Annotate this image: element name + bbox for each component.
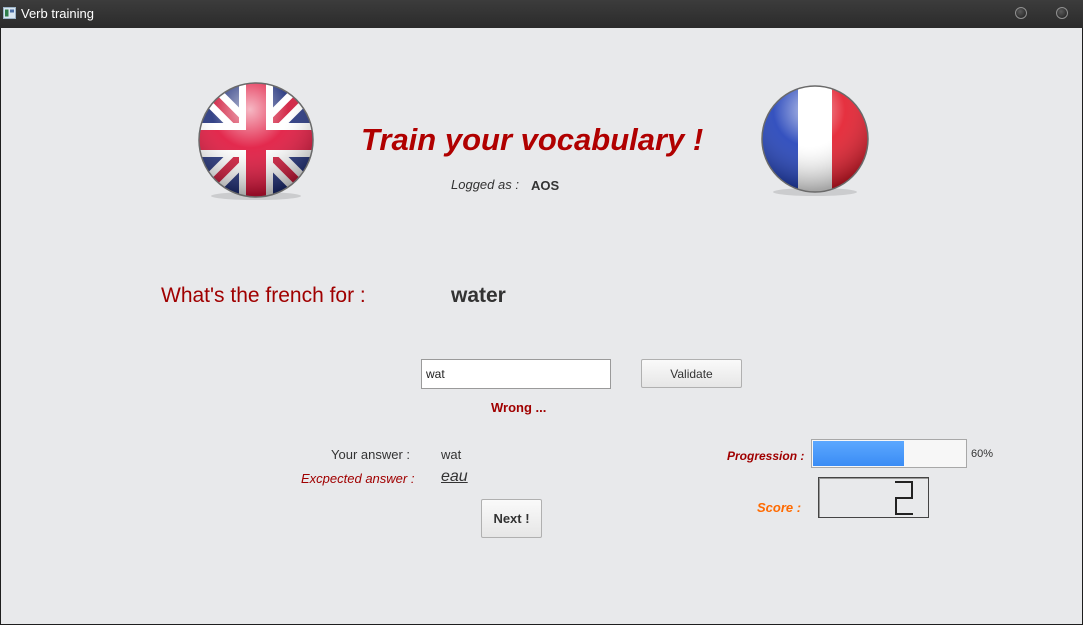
progress-fill xyxy=(813,441,904,466)
question-word: water xyxy=(451,284,506,307)
progress-percent: 60% xyxy=(971,448,994,460)
minimize-button[interactable] xyxy=(1015,7,1027,19)
title-bar: Verb training xyxy=(0,0,1083,28)
question-label: What's the french for : xyxy=(161,284,366,307)
validate-button[interactable]: Validate xyxy=(641,359,742,388)
france-flag-icon xyxy=(761,85,869,196)
logged-as-label: Logged as : xyxy=(451,177,519,192)
expected-answer-value: eau xyxy=(441,468,468,485)
progress-bar xyxy=(811,439,967,468)
score-label: Score : xyxy=(757,500,802,515)
expected-answer-label: Excpected answer : xyxy=(301,471,415,486)
result-status: Wrong ... xyxy=(491,400,547,415)
answer-input[interactable] xyxy=(421,359,611,389)
close-button[interactable] xyxy=(1056,7,1068,19)
main-panel: Train your vocabulary ! Logged as : AOS … xyxy=(1,28,1082,624)
uk-flag-icon xyxy=(198,82,314,200)
window-title: Verb training xyxy=(21,6,94,21)
your-answer-label: Your answer : xyxy=(331,447,411,462)
logged-user: AOS xyxy=(531,178,560,193)
score-display xyxy=(818,477,929,518)
your-answer-value: wat xyxy=(441,447,462,462)
page-title: Train your vocabulary ! xyxy=(361,122,704,157)
app-icon xyxy=(3,7,16,19)
next-button[interactable]: Next ! xyxy=(481,499,542,538)
score-digit xyxy=(895,481,913,515)
progression-label: Progression : xyxy=(727,449,805,463)
